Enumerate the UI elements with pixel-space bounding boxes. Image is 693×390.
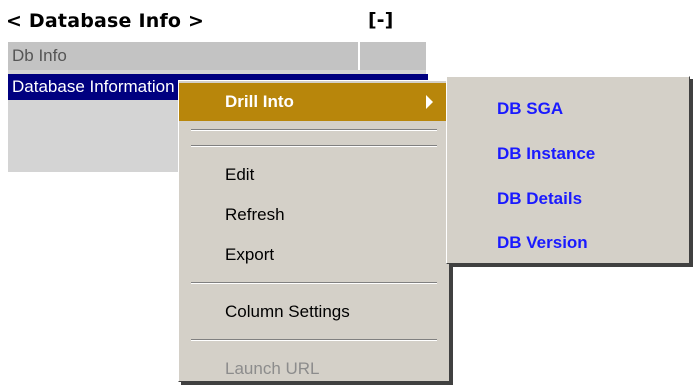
drill-into-submenu: DB SGA DB Instance DB Details DB Version bbox=[446, 76, 690, 264]
list-column-header[interactable]: Db Info bbox=[8, 42, 360, 70]
menu-item-export[interactable]: Export bbox=[179, 236, 449, 274]
panel-title: < Database Info > bbox=[6, 10, 205, 32]
list-item-label: Database Information bbox=[12, 77, 175, 96]
collapse-toggle-button[interactable]: [-] bbox=[368, 9, 393, 31]
submenu-item-db-version[interactable]: DB Version bbox=[497, 233, 588, 253]
list-column-header-extra[interactable] bbox=[360, 42, 426, 70]
submenu-item-db-sga[interactable]: DB SGA bbox=[497, 99, 563, 119]
menu-separator bbox=[191, 339, 437, 341]
menu-item-label: Refresh bbox=[225, 205, 285, 224]
menu-item-edit[interactable]: Edit bbox=[179, 156, 449, 194]
submenu-item-db-instance[interactable]: DB Instance bbox=[497, 144, 595, 164]
menu-item-label: Export bbox=[225, 245, 275, 264]
submenu-arrow-icon bbox=[426, 95, 433, 109]
menu-item-launch-url: Launch URL bbox=[179, 350, 449, 388]
menu-item-label: Column Settings bbox=[225, 302, 350, 321]
menu-item-label: Drill Into bbox=[225, 92, 294, 111]
menu-separator bbox=[191, 282, 437, 284]
list-column-header-label: Db Info bbox=[12, 46, 67, 65]
menu-separator bbox=[191, 129, 437, 131]
menu-item-column-settings[interactable]: Column Settings bbox=[179, 293, 449, 331]
menu-item-label: Launch URL bbox=[225, 359, 320, 378]
submenu-item-db-details[interactable]: DB Details bbox=[497, 189, 582, 209]
menu-item-drill-into[interactable]: Drill Into bbox=[179, 83, 449, 121]
menu-item-label: Edit bbox=[225, 165, 255, 184]
context-menu: Drill Into Edit Refresh Export Column Se… bbox=[178, 80, 450, 382]
menu-separator bbox=[191, 145, 437, 147]
menu-item-refresh[interactable]: Refresh bbox=[179, 196, 449, 234]
